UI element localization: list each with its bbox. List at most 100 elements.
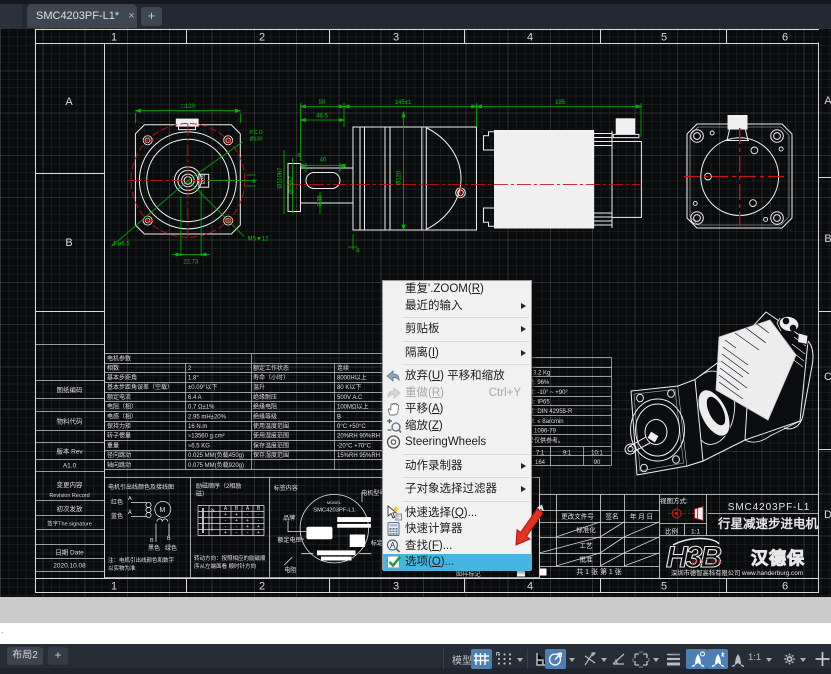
svg-text:16 N.m: 16 N.m [188,424,207,430]
svg-text:图样标记: 图样标记 [456,570,481,578]
svg-text:10:1: 10:1 [591,451,603,457]
svg-text:保存湿度范围: 保存湿度范围 [253,451,289,459]
svg-text:50: 50 [319,100,326,106]
svg-text:轴向跳动: 轴向跳动 [107,461,131,469]
svg-text:序从左端面看 顺时针方向: 序从左端面看 顺时针方向 [194,562,256,570]
svg-text:变更内容: 变更内容 [57,480,84,489]
svg-text:Ø130: Ø130 [250,137,263,143]
svg-text:注：电机引出线颜色和数字: 注：电机引出线颜色和数字 [108,556,175,564]
svg-text:1096-79: 1096-79 [534,428,557,434]
svg-text:SMC4203PF-L1: SMC4203PF-L1 [313,508,355,514]
svg-text:电阻: 电阻 [284,566,296,574]
svg-text:黑色: 黑色 [148,544,160,552]
svg-text:5: 5 [661,32,667,44]
svg-text:标签内容: 标签内容 [274,484,298,492]
svg-text:额定电流: 额定电流 [107,393,131,401]
svg-text:±0.09°以下: ±0.09°以下 [188,384,217,391]
svg-text:-: - [247,530,249,536]
svg-text:164: 164 [535,460,546,466]
svg-text:图纸编码: 图纸编码 [57,385,84,394]
svg-text:1: 1 [111,581,117,593]
svg-text:B̄: B̄ [257,505,261,512]
svg-text:磁）: 磁） [196,490,208,498]
svg-text:2: 2 [259,581,265,593]
svg-text:MOTOR: MOTOR [692,560,724,566]
svg-text:使用温度范围: 使用温度范围 [253,422,289,430]
svg-text:3: 3 [393,581,399,593]
svg-text:1:1: 1:1 [691,529,700,536]
svg-text:15%RH 95%RH: 15%RH 95%RH [337,453,380,459]
svg-text:5: 5 [661,581,667,593]
svg-text:A: A [390,541,396,550]
svg-text:工艺: 工艺 [580,542,594,550]
svg-text:7:1: 7:1 [536,451,545,457]
svg-text:绝缘电阻: 绝缘电阻 [253,403,277,411]
svg-text:+: + [257,530,260,536]
svg-text:Ø120: Ø120 [397,170,403,185]
svg-text:6: 6 [782,32,788,44]
svg-text:6: 6 [782,581,788,593]
svg-text:使用湿度范围: 使用湿度范围 [253,432,289,440]
svg-text:径向跳动: 径向跳动 [107,451,131,459]
svg-text:90: 90 [594,460,601,466]
svg-text:B: B [337,414,341,420]
svg-text:Ø110h7: Ø110h7 [278,167,284,189]
svg-text:A: A [65,96,73,108]
svg-text:度: DIN 42955-R: 度: DIN 42955-R [528,407,573,415]
svg-text:额定电压: 额定电压 [278,536,302,544]
svg-text:D: D [824,509,831,521]
svg-text:100MΩ以上: 100MΩ以上 [337,403,369,411]
svg-text:蓝色: 蓝色 [111,512,123,520]
svg-text:B̄: B̄ [167,535,171,542]
svg-text:标准化: 标准化 [576,525,596,534]
svg-text:Revision Record: Revision Record [49,493,89,499]
svg-text:励磁顺序（2相励: 励磁顺序（2相励 [196,482,241,490]
svg-text:A1.0: A1.0 [63,463,77,470]
svg-text:4: 4 [527,581,533,593]
svg-text:145±1: 145±1 [395,100,412,106]
svg-text:基本步距角误差（空载）: 基本步距角误差（空载） [107,383,173,391]
svg-text:C: C [824,371,831,383]
svg-text:-: - [236,530,238,536]
svg-text:2: 2 [188,366,192,372]
svg-text:0.025 MM(负载450g): 0.025 MM(负载450g) [188,451,244,459]
svg-text:500V A.C: 500V A.C [337,395,363,401]
svg-text:重量: 重量 [107,441,119,449]
svg-text:Ā: Ā [128,509,132,516]
svg-text:转子惯量: 转子惯量 [107,432,131,440]
svg-text:品牌: 品牌 [283,514,295,522]
svg-text:电机引出线颜色及接线图: 电机引出线颜色及接线图 [108,483,174,491]
svg-text:A: A [128,496,132,502]
svg-text:P.C.D: P.C.D [249,130,262,136]
svg-text:保存温度范围: 保存温度范围 [253,441,289,449]
svg-text:行星减速步进电机: 行星减速步进电机 [717,516,819,531]
svg-text:更改文件号: 更改文件号 [561,512,594,521]
svg-text:3.2 Kg: 3.2 Kg [533,371,550,377]
svg-text:0°C +50°C: 0°C +50°C [337,424,366,430]
svg-text:6.4 A: 6.4 A [188,395,202,401]
svg-text:以实物为准: 以实物为准 [108,564,136,572]
svg-text:8: 8 [252,179,255,185]
svg-text:3: 3 [393,32,399,44]
svg-text:2: 2 [259,32,265,44]
svg-text:红色: 红色 [111,498,123,506]
svg-text:连续: 连续 [337,364,349,372]
svg-text:额定工作状态: 额定工作状态 [253,364,289,372]
svg-text:相数: 相数 [107,364,119,372]
svg-text:Ø35: Ø35 [201,174,207,184]
svg-text:MODEL: MODEL [327,500,342,505]
svg-text:电阻（相）: 电阻（相） [107,403,137,411]
svg-text:保持力矩: 保持力矩 [107,422,131,430]
svg-text:转动方向：按照相应的励磁顺: 转动方向：按照相应的励磁顺 [194,554,266,562]
svg-text:签名: 签名 [606,512,619,521]
svg-text:批准: 批准 [580,555,594,564]
svg-text:80 K以下: 80 K以下 [337,384,361,391]
svg-text:共 1 张 第 1 张: 共 1 张 第 1 张 [576,567,622,576]
svg-text:SMC4203PF-L1: SMC4203PF-L1 [728,502,811,513]
svg-text:≈6.5 KG: ≈6.5 KG [188,443,210,449]
svg-text:1: 1 [111,32,117,44]
svg-text:度: -10° ~ +90°: 度: -10° ~ +90° [528,388,568,396]
svg-text:物料代码: 物料代码 [57,417,84,426]
svg-text:基本步距角: 基本步距角 [107,374,137,382]
svg-text:2.95 mH±20%: 2.95 mH±20% [188,414,227,420]
